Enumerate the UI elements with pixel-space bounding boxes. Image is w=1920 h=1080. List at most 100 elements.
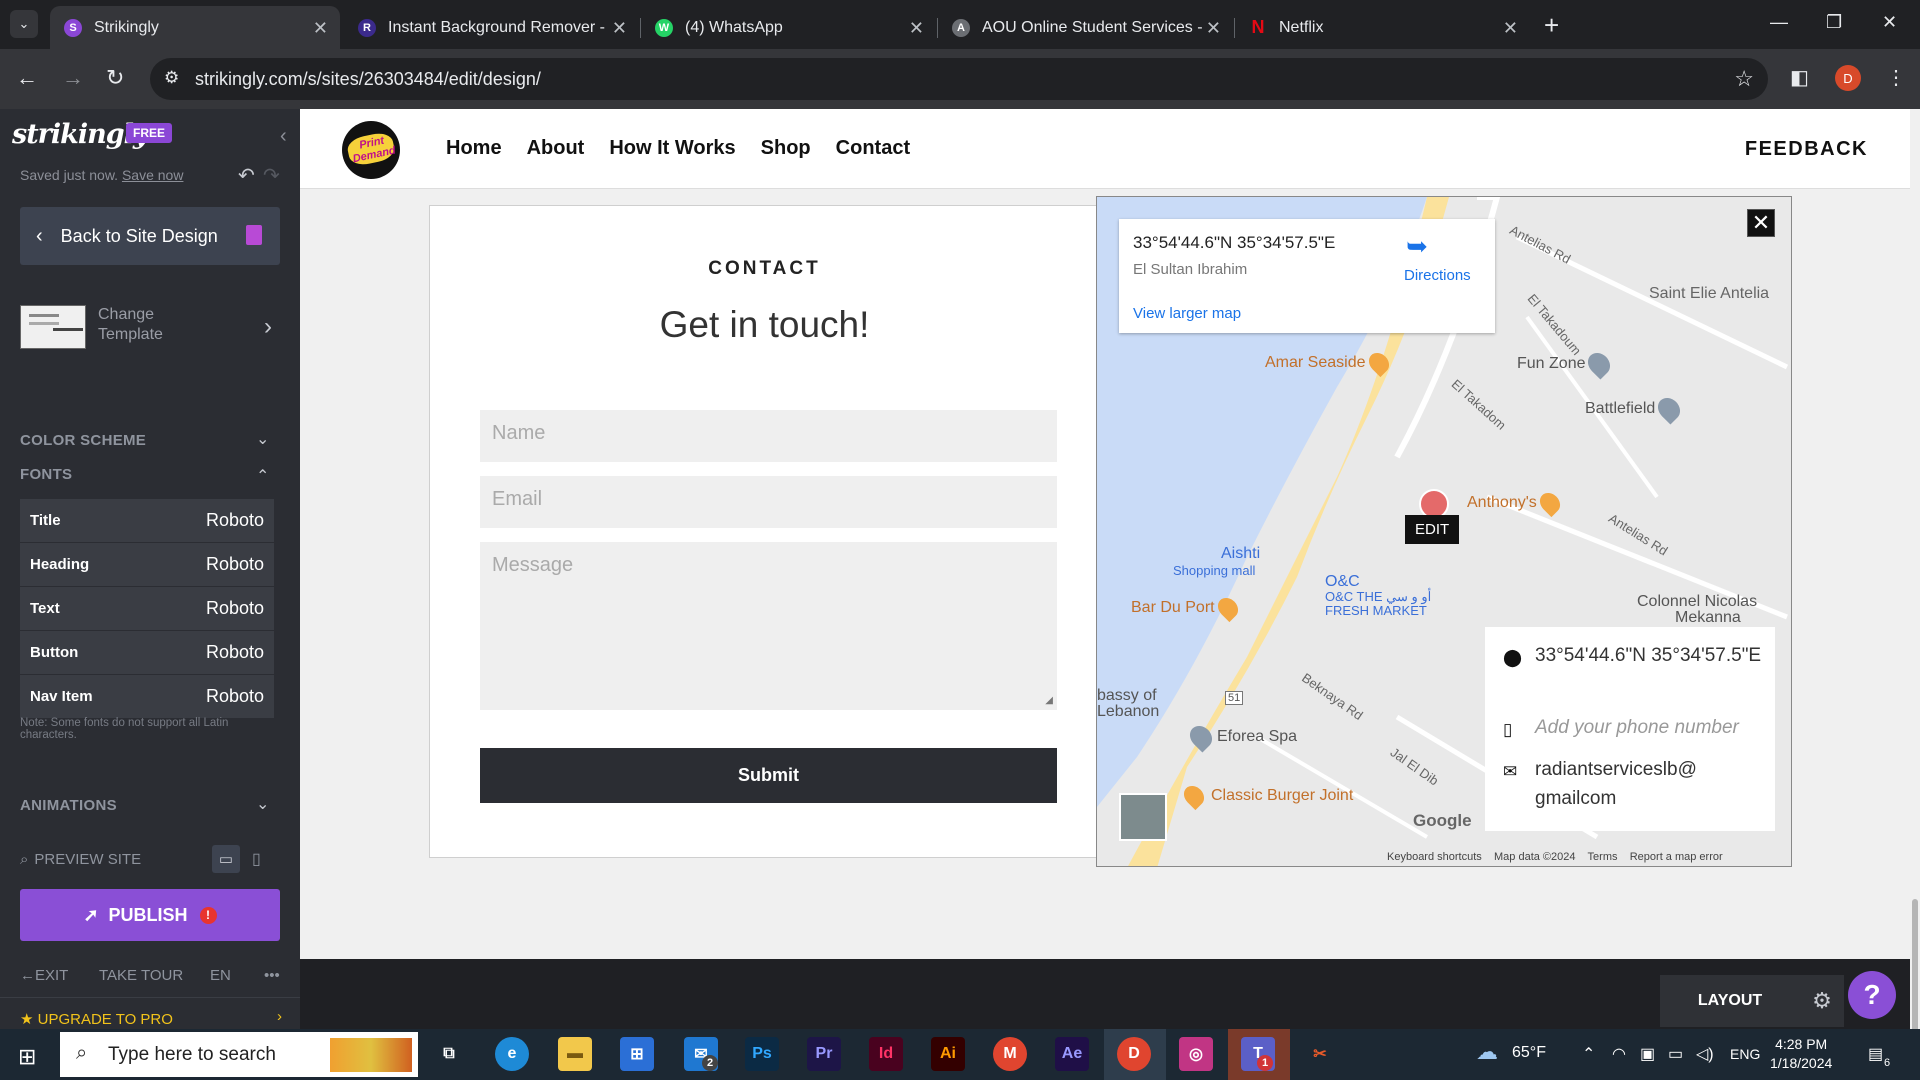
nav-contact[interactable]: Contact [836,137,910,160]
premiere-icon[interactable]: Pr [807,1037,841,1071]
undo-icon[interactable]: ↶ [238,163,255,188]
device-icon[interactable]: ▣ [1640,1044,1655,1064]
reload-icon[interactable]: ↻ [106,65,124,91]
keyboard-shortcuts-link[interactable]: Keyboard shortcuts [1387,851,1482,863]
directions-icon[interactable]: ➥ [1404,231,1430,261]
message-field[interactable]: Message ◢ [480,542,1057,710]
more-options-icon[interactable]: ••• [264,967,280,984]
gear-icon[interactable]: ⚙ [1800,975,1844,1027]
layout-button[interactable]: LAYOUT [1660,975,1800,1027]
font-row-heading[interactable]: Heading Roboto [20,543,274,586]
close-tab-icon[interactable]: ✕ [909,18,924,39]
upgrade-to-pro-link[interactable]: ★ UPGRADE TO PRO › [0,997,300,1029]
nav-how-it-works[interactable]: How It Works [609,137,735,160]
close-tab-icon[interactable]: ✕ [1206,18,1221,39]
font-row-title[interactable]: Title Roboto [20,499,274,542]
change-template-button[interactable]: Change Template › [20,303,280,359]
windows-start-icon[interactable]: ⊞ [18,1044,36,1070]
language-link[interactable]: EN [210,967,231,984]
fonts-header[interactable]: FONTS [20,466,72,483]
indesign-icon[interactable]: Id [869,1037,903,1071]
terms-link[interactable]: Terms [1588,851,1618,863]
weather-temp[interactable]: 65°F [1512,1044,1546,1062]
phone-text[interactable]: Add your phone number [1535,713,1775,742]
close-tab-icon[interactable]: ✕ [1503,18,1518,39]
tab-background-remover[interactable]: R Instant Background Remover - I ✕ [344,6,641,49]
report-error-link[interactable]: Report a map error [1630,851,1723,863]
help-button[interactable]: ? [1848,971,1896,1019]
taskbar-search-box[interactable]: ⌕ Type here to search [60,1032,418,1077]
resize-handle-icon[interactable]: ◢ [1045,695,1053,706]
view-larger-map-link[interactable]: View larger map [1133,305,1241,322]
instagram-icon[interactable]: ◎ [1179,1037,1213,1071]
store-icon[interactable]: ⊞ [620,1037,654,1071]
desktop-preview-icon[interactable]: ▭ [212,845,240,873]
close-tab-icon[interactable]: ✕ [612,18,627,39]
color-scheme-header[interactable]: COLOR SCHEME [20,432,146,449]
chevron-down-icon[interactable]: ⌄ [256,429,269,449]
animations-header[interactable]: ANIMATIONS [20,797,117,814]
tab-netflix[interactable]: N Netflix ✕ [1235,6,1530,49]
weather-icon[interactable]: ☁ [1476,1039,1498,1065]
tab-whatsapp[interactable]: W (4) WhatsApp ✕ [641,6,938,49]
wifi-icon[interactable]: ◠ [1612,1044,1626,1064]
task-view-icon[interactable]: ⧉ [432,1037,466,1071]
feedback-link[interactable]: FEEDBACK [1745,138,1868,161]
font-row-button[interactable]: Button Roboto [20,631,274,674]
after-effects-icon[interactable]: Ae [1055,1037,1089,1071]
preview-site-link[interactable]: ⌕ PREVIEW SITE [20,851,141,868]
name-field[interactable]: Name [480,410,1057,462]
edit-marker-button[interactable]: EDIT [1405,515,1460,544]
illustrator-icon[interactable]: Ai [931,1037,965,1071]
photoshop-icon[interactable]: Ps [745,1037,779,1071]
minimize-icon[interactable]: — [1770,12,1788,33]
tab-search-button[interactable]: ⌄ [10,10,38,38]
tab-aou[interactable]: A AOU Online Student Services - ( ✕ [938,6,1235,49]
snipping-tool-icon[interactable]: ✂ [1303,1037,1337,1071]
back-to-site-design-button[interactable]: ‹ Back to Site Design [20,207,280,265]
canvas-scrollbar[interactable] [1910,189,1920,1051]
nav-shop[interactable]: Shop [761,137,811,160]
font-row-text[interactable]: Text Roboto [20,587,274,630]
exit-link[interactable]: ← EXIT [20,967,68,984]
system-clock[interactable]: 4:28 PM 1/18/2024 [1770,1035,1832,1073]
tab-strikingly[interactable]: S Strikingly ✕ [50,6,340,49]
close-icon[interactable]: ✕ [1747,209,1775,237]
notification-icon[interactable]: ▤ [1868,1044,1883,1064]
edge-icon[interactable]: e [495,1037,529,1071]
chrome-menu-icon[interactable]: ⋮ [1886,65,1906,90]
email-field[interactable]: Email [480,476,1057,528]
collapse-sidebar-icon[interactable]: ‹ [280,125,287,148]
map-section[interactable]: 33°54'44.6"N 35°34'57.5"E El Sultan Ibra… [1096,196,1792,867]
chevron-up-icon[interactable]: ⌃ [1582,1044,1595,1064]
battery-icon[interactable]: ▭ [1668,1044,1683,1064]
profile-avatar[interactable]: D [1835,65,1861,91]
bookmark-star-icon[interactable]: ☆ [1734,66,1754,92]
chevron-up-icon[interactable]: ⌃ [256,466,269,486]
forward-arrow-icon[interactable]: → [62,65,84,91]
nav-home[interactable]: Home [446,137,502,160]
save-now-link[interactable]: Save now [122,167,183,183]
redo-icon[interactable]: ↷ [263,163,280,188]
address-bar[interactable]: ⚙ strikingly.com/s/sites/26303484/edit/d… [150,58,1768,100]
file-explorer-icon[interactable]: ▬ [558,1037,592,1071]
side-panel-icon[interactable]: ◧ [1790,65,1809,90]
input-language[interactable]: ENG [1730,1046,1760,1062]
publish-button[interactable]: ➚ PUBLISH ! [20,889,280,941]
satellite-toggle[interactable] [1119,793,1167,841]
nav-about[interactable]: About [527,137,585,160]
back-arrow-icon[interactable]: ← [16,65,38,91]
restore-icon[interactable]: ❐ [1826,12,1842,33]
new-tab-button[interactable]: + [1544,10,1559,41]
volume-icon[interactable]: ◁) [1696,1044,1714,1064]
directions-link[interactable]: Directions [1404,267,1471,284]
font-row-nav-item[interactable]: Nav Item Roboto [20,675,274,718]
close-window-icon[interactable]: ✕ [1882,12,1897,33]
chrome-profile-icon[interactable]: M [993,1037,1027,1071]
chevron-down-icon[interactable]: ⌄ [256,794,269,814]
close-tab-icon[interactable]: ✕ [313,18,328,39]
chrome-icon[interactable]: D [1117,1037,1151,1071]
take-tour-link[interactable]: TAKE TOUR [99,967,183,984]
site-info-icon[interactable]: ⚙ [164,68,179,88]
mobile-preview-icon[interactable]: ▯ [252,849,261,869]
